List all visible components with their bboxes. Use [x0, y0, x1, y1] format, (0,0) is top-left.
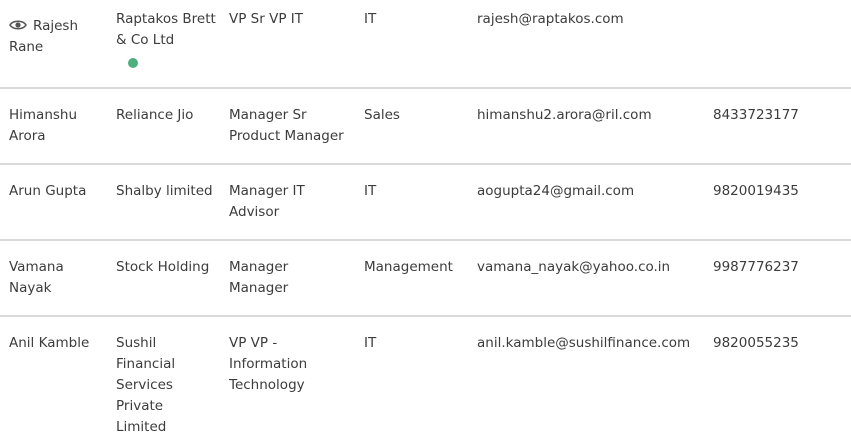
- email-cell[interactable]: rajesh@raptakos.com: [477, 9, 707, 30]
- table-row[interactable]: Arun Gupta Shalby limited Manager IT Adv…: [0, 165, 851, 241]
- phone-cell: 9987776237: [713, 259, 799, 275]
- contact-name-cell: Vamana Nayak: [9, 259, 64, 296]
- email-cell[interactable]: aogupta24@gmail.com: [477, 181, 707, 202]
- company-cell: Reliance Jio: [116, 107, 194, 123]
- table-row[interactable]: Himanshu Arora Reliance Jio Manager Sr P…: [0, 89, 851, 165]
- table-row[interactable]: Anil Kamble Sushil Financial Services Pr…: [0, 317, 851, 441]
- email-cell[interactable]: himanshu2.arora@ril.com: [477, 105, 707, 126]
- company-cell: Shalby limited: [116, 183, 213, 199]
- table-row[interactable]: Vamana Nayak Stock Holding Manager Manag…: [0, 241, 851, 317]
- contact-name-cell: Himanshu Arora: [9, 107, 78, 144]
- department-cell: IT: [364, 335, 377, 351]
- designation-cell: Manager IT Advisor: [229, 183, 305, 220]
- designation-cell: Manager Sr Product Manager: [229, 107, 344, 144]
- online-status-dot: [128, 58, 138, 68]
- email-cell[interactable]: vamana_nayak@yahoo.co.in: [477, 257, 707, 278]
- phone-cell: 9820019435: [713, 183, 799, 199]
- department-cell: Management: [364, 259, 453, 275]
- department-cell: IT: [364, 183, 377, 199]
- table-row[interactable]: Rajesh Rane Raptakos Brett & Co Ltd VP S…: [0, 0, 851, 89]
- eye-icon[interactable]: [9, 17, 27, 30]
- contact-name-cell: Arun Gupta: [9, 183, 87, 199]
- contact-name-cell: Anil Kamble: [9, 335, 90, 351]
- designation-cell: Manager Manager: [229, 259, 289, 296]
- email-cell[interactable]: anil.kamble@sushilfinance.com: [477, 333, 707, 354]
- designation-cell: VP Sr VP IT: [229, 11, 303, 27]
- company-cell: Sushil Financial Services Private Limite…: [116, 335, 176, 435]
- contacts-table: Rajesh Rane Raptakos Brett & Co Ltd VP S…: [0, 0, 851, 441]
- phone-cell: 9820055235: [713, 335, 799, 351]
- department-cell: Sales: [364, 107, 400, 123]
- phone-cell: 8433723177: [713, 107, 799, 123]
- contact-name-cell: Rajesh Rane: [9, 16, 104, 58]
- designation-cell: VP VP - Information Technology: [229, 335, 308, 393]
- company-cell: Raptakos Brett & Co Ltd: [116, 11, 216, 48]
- company-cell: Stock Holding: [116, 259, 210, 275]
- department-cell: IT: [364, 11, 377, 27]
